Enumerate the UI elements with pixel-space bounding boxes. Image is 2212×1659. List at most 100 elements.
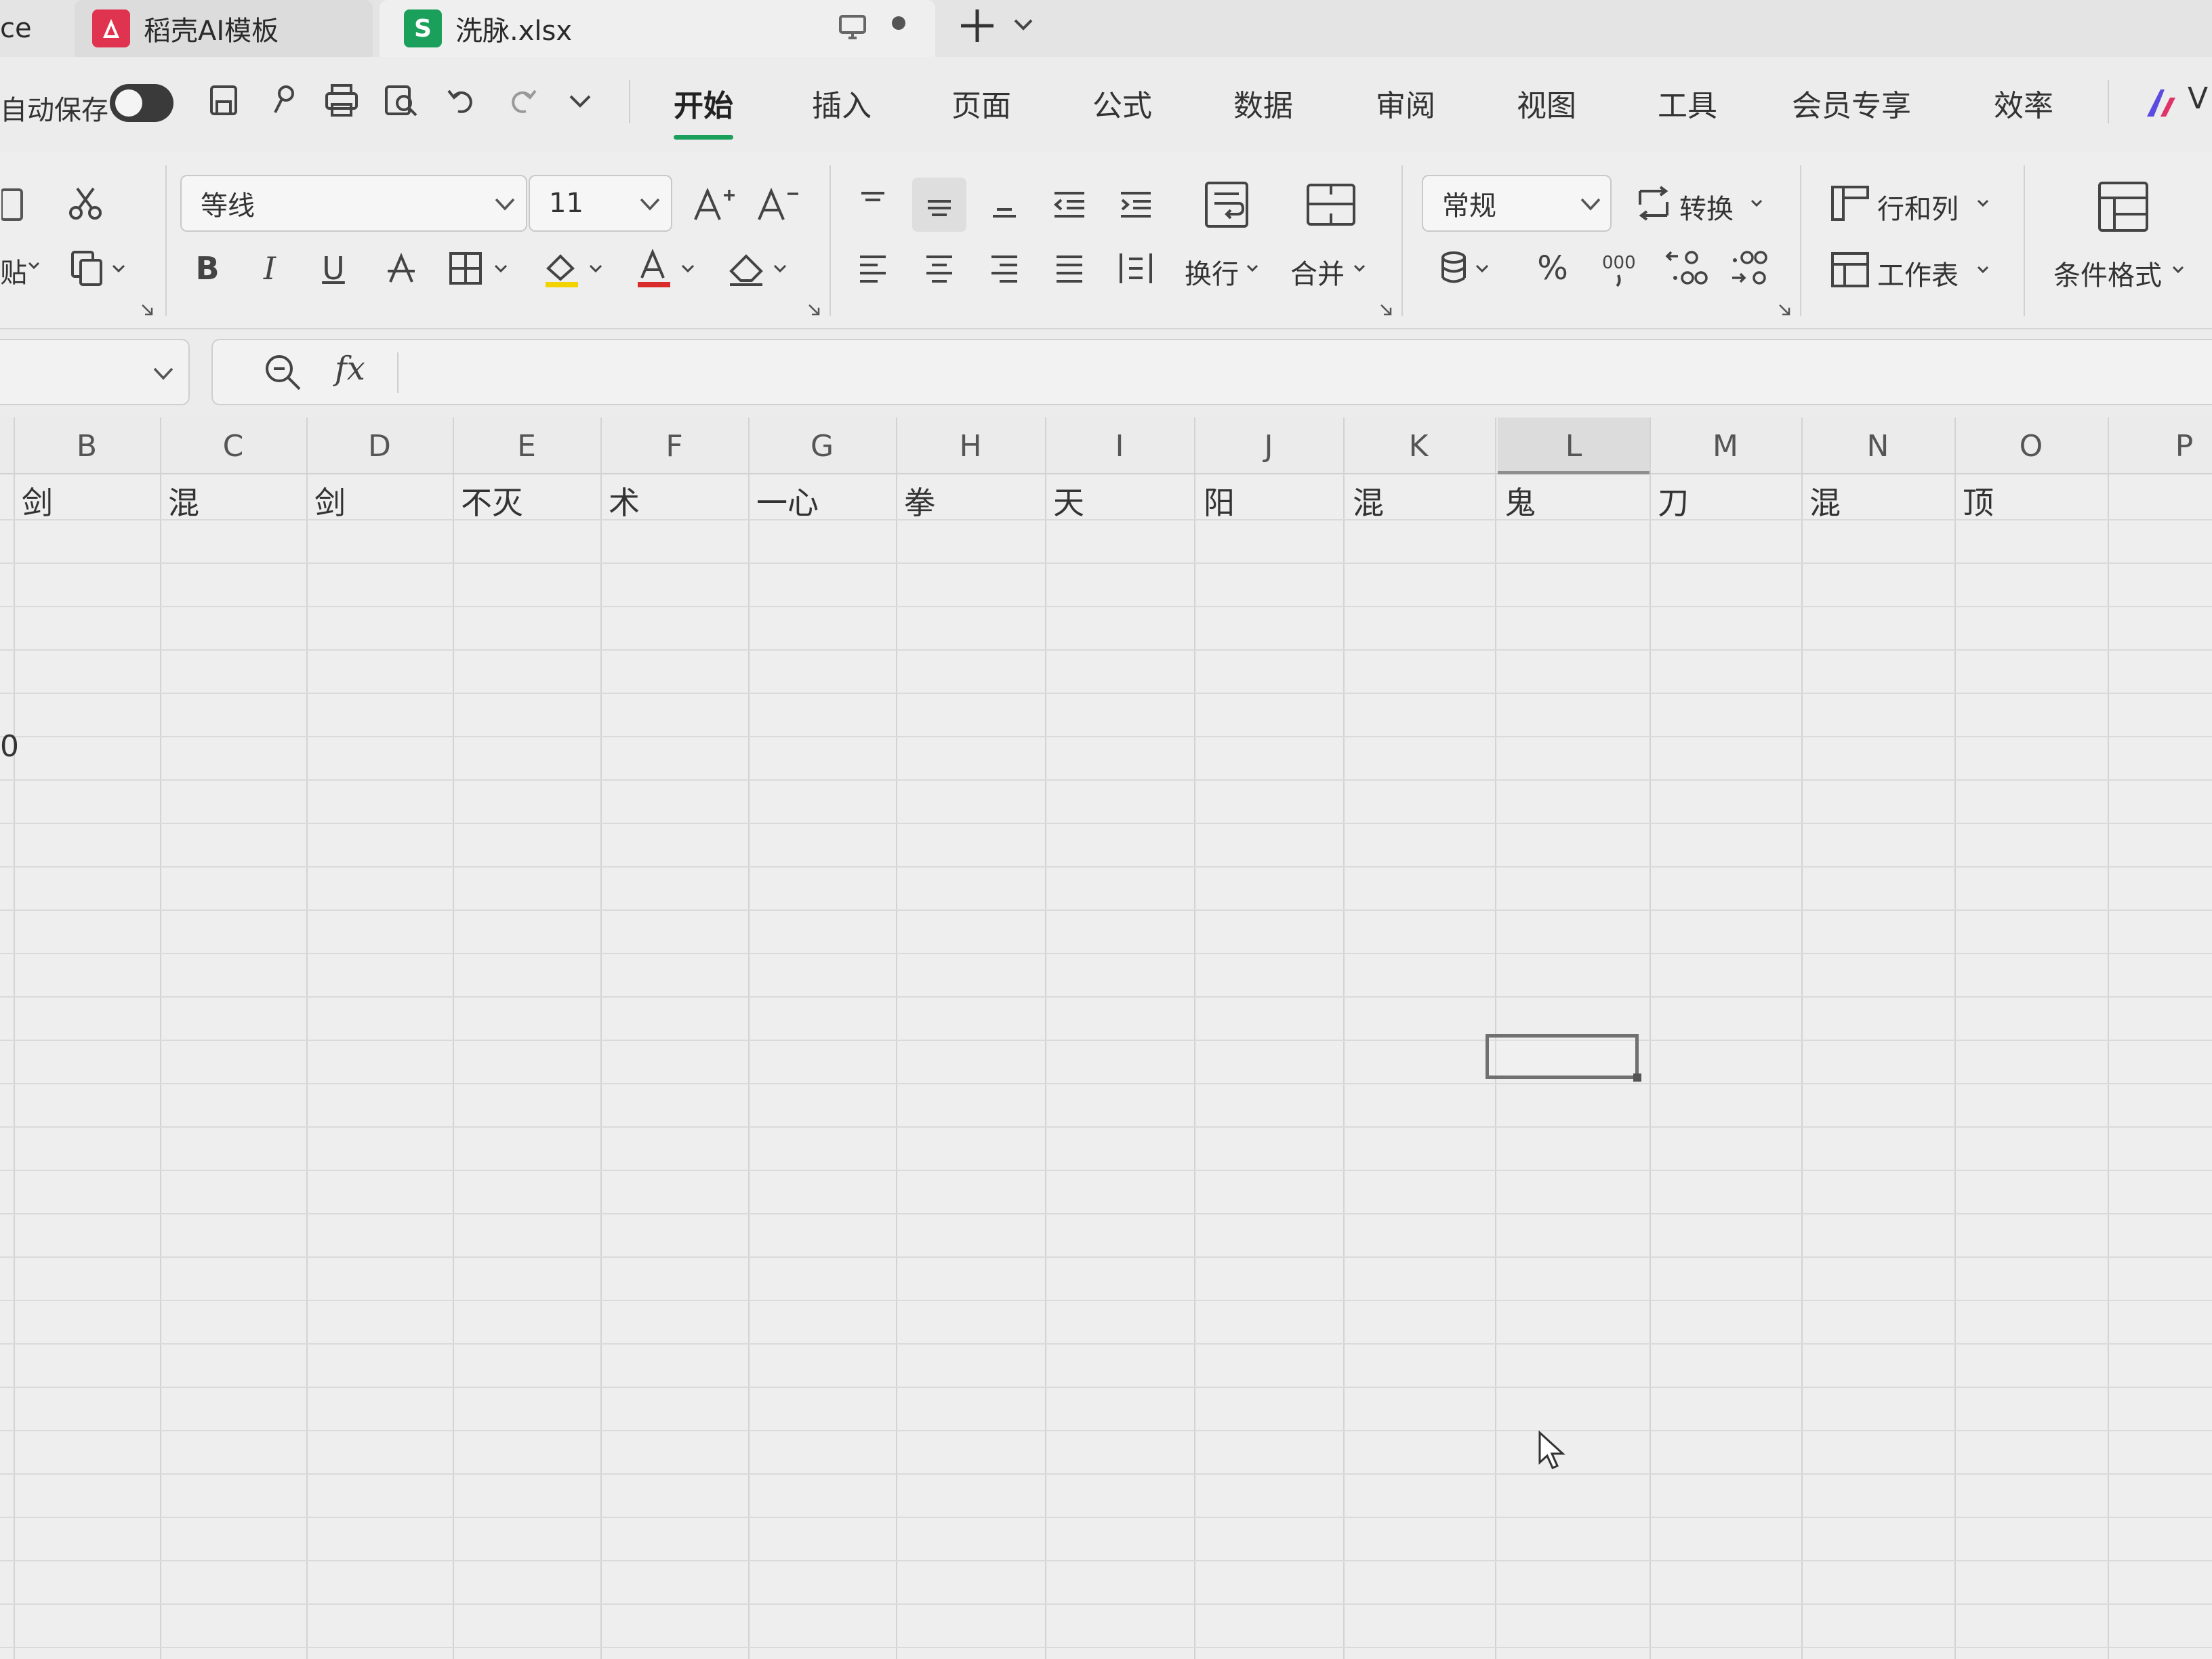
thousands-separator-icon[interactable]: 000 bbox=[1590, 241, 1651, 295]
menu-formula[interactable]: 公式 bbox=[1092, 81, 1152, 125]
menu-home[interactable]: 开始 bbox=[674, 81, 733, 140]
cell-H1[interactable]: 拳 bbox=[904, 478, 935, 523]
tab-spreadsheet[interactable]: S 洗脉.xlsx bbox=[404, 0, 572, 57]
new-tab-plus-icon[interactable] bbox=[956, 4, 999, 47]
increase-decimal-icon[interactable] bbox=[1655, 241, 1716, 295]
align-left-icon[interactable] bbox=[846, 241, 900, 295]
worksheet-icon[interactable] bbox=[1828, 249, 1872, 290]
column-header-B[interactable]: B bbox=[14, 417, 160, 474]
format-painter-icon[interactable] bbox=[264, 80, 305, 121]
column-header-C[interactable]: C bbox=[160, 417, 306, 474]
paste-label[interactable]: 贴 bbox=[0, 251, 27, 290]
tab-docer[interactable]: 稻壳AI模板 bbox=[92, 0, 279, 57]
undo-icon[interactable] bbox=[442, 80, 483, 121]
conditional-format-chevron-icon[interactable] bbox=[2171, 263, 2185, 276]
cell-K1[interactable]: 混 bbox=[1353, 478, 1384, 523]
rows-columns-label[interactable]: 行和列 bbox=[1877, 187, 1959, 226]
tab-partial[interactable]: ce bbox=[0, 0, 32, 57]
fx-button[interactable]: fx bbox=[335, 350, 365, 388]
clipboard-launcher-icon[interactable] bbox=[141, 304, 153, 316]
paste-icon[interactable] bbox=[0, 176, 27, 230]
currency-icon[interactable] bbox=[1427, 241, 1502, 295]
cell-L1[interactable]: 鬼 bbox=[1504, 478, 1536, 523]
rows-columns-chevron-icon[interactable] bbox=[1976, 197, 1990, 210]
paste-chevron-icon[interactable] bbox=[27, 259, 41, 272]
print-preview-icon[interactable] bbox=[381, 80, 422, 121]
menu-review[interactable]: 审阅 bbox=[1376, 81, 1435, 125]
cell-F1[interactable]: 术 bbox=[609, 478, 640, 523]
cell-O1[interactable]: 顶 bbox=[1963, 478, 1994, 523]
column-header-H[interactable]: H bbox=[896, 417, 1045, 474]
monitor-icon[interactable] bbox=[836, 11, 869, 43]
align-right-icon[interactable] bbox=[977, 241, 1031, 295]
tab-list-chevron-icon[interactable] bbox=[1010, 11, 1037, 38]
autosave-toggle[interactable] bbox=[110, 84, 173, 122]
convert-chevron-icon[interactable] bbox=[1750, 197, 1763, 210]
quick-access-more-icon[interactable] bbox=[560, 80, 600, 121]
distribute-icon[interactable] bbox=[1109, 241, 1163, 295]
column-header-N[interactable]: N bbox=[1801, 417, 1954, 474]
decrease-indent-icon[interactable] bbox=[1042, 178, 1097, 232]
wrap-chevron-icon[interactable] bbox=[1246, 262, 1259, 275]
menu-member[interactable]: 会员专享 bbox=[1792, 81, 1911, 125]
column-header-I[interactable]: I bbox=[1045, 417, 1194, 474]
cell-D1[interactable]: 剑 bbox=[314, 478, 346, 523]
borders-icon[interactable] bbox=[443, 241, 525, 295]
formula-input[interactable] bbox=[211, 339, 2212, 405]
zoom-search-icon[interactable] bbox=[262, 351, 304, 393]
cut-icon[interactable] bbox=[58, 176, 112, 230]
column-header-K[interactable]: K bbox=[1343, 417, 1494, 474]
font-name-dropdown[interactable]: 等线 bbox=[180, 175, 527, 232]
decrease-decimal-icon[interactable] bbox=[1721, 241, 1782, 295]
menu-insert[interactable]: 插入 bbox=[812, 81, 872, 125]
font-launcher-icon[interactable] bbox=[808, 304, 820, 316]
save-icon[interactable] bbox=[203, 80, 244, 121]
column-header-O[interactable]: O bbox=[1954, 417, 2108, 474]
percent-button[interactable]: % bbox=[1522, 241, 1583, 295]
spreadsheet-grid[interactable]: B C D E F G H I J K L M N O P 剑 混 剑 不灭 术… bbox=[0, 417, 2212, 1659]
number-format-dropdown[interactable]: 常规 bbox=[1422, 175, 1612, 232]
justify-icon[interactable] bbox=[1042, 241, 1097, 295]
column-header-E[interactable]: E bbox=[453, 417, 600, 474]
underline-button[interactable]: U bbox=[306, 241, 361, 295]
decrease-font-icon[interactable] bbox=[748, 178, 809, 232]
font-size-dropdown[interactable]: 11 bbox=[529, 175, 672, 232]
rows-columns-icon[interactable] bbox=[1828, 183, 1872, 224]
worksheet-chevron-icon[interactable] bbox=[1976, 263, 1990, 276]
italic-button[interactable]: I bbox=[243, 241, 297, 295]
cell-E1[interactable]: 不灭 bbox=[461, 478, 523, 523]
wrap-text-icon[interactable] bbox=[1193, 178, 1261, 232]
print-icon[interactable] bbox=[321, 80, 362, 121]
column-header-P[interactable]: P bbox=[2108, 417, 2212, 474]
menu-efficiency[interactable]: 效率 bbox=[1994, 81, 2053, 125]
cell-M1[interactable]: 刀 bbox=[1658, 478, 1689, 523]
column-header-L[interactable]: L bbox=[1498, 417, 1650, 474]
font-color-icon[interactable] bbox=[630, 241, 712, 295]
column-header-G[interactable]: G bbox=[748, 417, 896, 474]
wps-ai-icon[interactable] bbox=[2144, 84, 2185, 122]
align-top-icon[interactable] bbox=[846, 178, 900, 232]
conditional-format-label[interactable]: 条件格式 bbox=[2053, 253, 2162, 293]
menu-page[interactable]: 页面 bbox=[951, 81, 1011, 125]
merge-label[interactable]: 合并 bbox=[1290, 252, 1345, 291]
cell-B1[interactable]: 剑 bbox=[22, 478, 53, 523]
menu-trailing[interactable]: V bbox=[2188, 81, 2208, 116]
menu-data[interactable]: 数据 bbox=[1233, 81, 1293, 125]
menu-view[interactable]: 视图 bbox=[1517, 81, 1576, 125]
convert-label[interactable]: 转换 bbox=[1679, 187, 1734, 226]
bold-button[interactable]: B bbox=[180, 241, 234, 295]
cell-J1[interactable]: 阳 bbox=[1204, 478, 1235, 523]
column-header-D[interactable]: D bbox=[306, 417, 453, 474]
fill-color-icon[interactable] bbox=[538, 241, 619, 295]
active-cell-selection[interactable] bbox=[1486, 1034, 1639, 1079]
alignment-launcher-icon[interactable] bbox=[1380, 304, 1392, 316]
wrap-text-label[interactable]: 换行 bbox=[1185, 252, 1239, 291]
merge-chevron-icon[interactable] bbox=[1353, 262, 1366, 275]
align-bottom-icon[interactable] bbox=[977, 178, 1031, 232]
cell-G1[interactable]: 一心 bbox=[756, 478, 819, 523]
column-header-M[interactable]: M bbox=[1650, 417, 1801, 474]
cell-C1[interactable]: 混 bbox=[168, 478, 199, 523]
clear-format-icon[interactable] bbox=[722, 241, 804, 295]
align-middle-icon[interactable] bbox=[912, 178, 966, 232]
convert-icon[interactable] bbox=[1633, 184, 1674, 222]
